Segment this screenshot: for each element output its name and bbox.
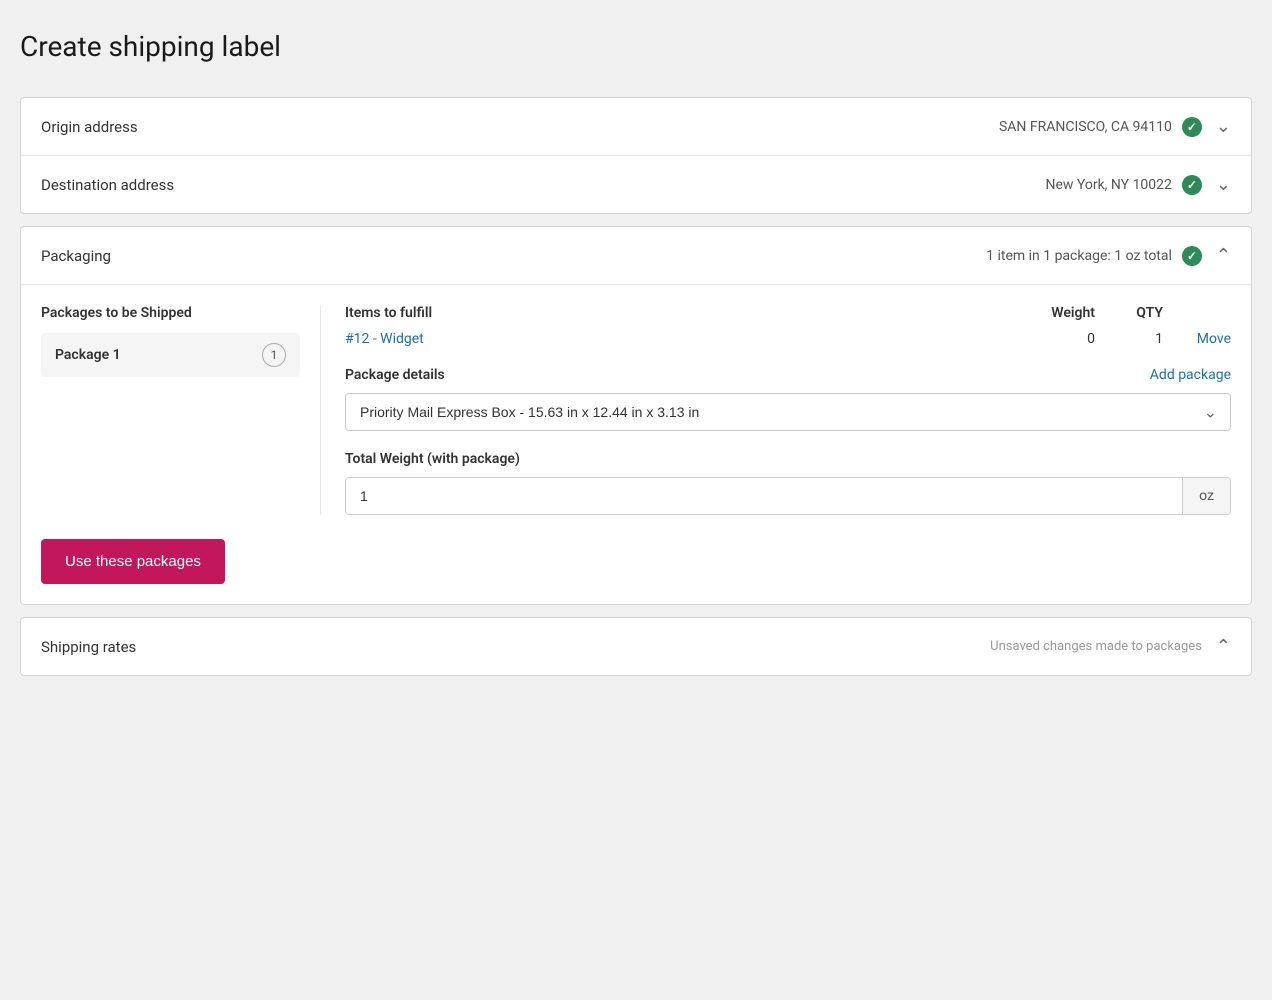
packaging-summary: 1 item in 1 package: 1 oz total [986,248,1172,264]
destination-address-right: New York, NY 10022 ⌄ [1045,174,1231,195]
shipping-rates-right: Unsaved changes made to packages ⌃ [990,636,1231,657]
packages-col-header: Packages to be Shipped [41,305,300,321]
page-container: Create shipping label Origin address SAN… [20,20,1252,676]
use-packages-btn-wrapper: Use these packages [41,515,1231,584]
origin-address-value: SAN FRANCISCO, CA 94110 [999,119,1172,135]
origin-address-check-icon [1182,117,1202,137]
destination-address-check-icon [1182,175,1202,195]
origin-address-row[interactable]: Origin address SAN FRANCISCO, CA 94110 ⌄ [21,98,1251,156]
package-1-badge: 1 [262,343,286,367]
destination-address-row[interactable]: Destination address New York, NY 10022 ⌄ [21,156,1251,213]
destination-address-value: New York, NY 10022 [1045,177,1171,193]
items-col-header: Items to fulfill [345,305,1007,321]
package-details-label: Package details [345,367,445,383]
qty-col-header: QTY [1103,305,1163,321]
package-1-count: 1 [271,348,278,362]
destination-chevron-down-icon: ⌄ [1216,174,1231,195]
add-package-link[interactable]: Add package [1150,367,1231,383]
use-packages-button[interactable]: Use these packages [41,539,225,584]
weight-col-header: Weight [1015,305,1095,321]
items-table-header: Items to fulfill Weight QTY [345,305,1231,321]
shipping-rates-header[interactable]: Shipping rates Unsaved changes made to p… [21,618,1251,675]
packages-right: Items to fulfill Weight QTY #12 - Widget… [321,305,1231,515]
address-card: Origin address SAN FRANCISCO, CA 94110 ⌄… [20,97,1252,214]
package-details-header: Package details Add package [345,367,1231,383]
packaging-label: Packaging [41,247,111,265]
destination-address-label: Destination address [41,176,174,194]
packages-left: Packages to be Shipped Package 1 1 [41,305,321,515]
weight-label: Total Weight (with package) [345,451,1231,467]
origin-address-label: Origin address [41,118,138,136]
origin-chevron-down-icon: ⌄ [1216,116,1231,137]
package-select-wrapper: Priority Mail Express Box - 15.63 in x 1… [345,393,1231,431]
package-1-name: Package 1 [55,347,121,363]
item-qty: 1 [1103,331,1163,347]
page-title: Create shipping label [20,20,1252,73]
package-1-item[interactable]: Package 1 1 [41,333,300,377]
item-row: #12 - Widget 0 1 Move [345,331,1231,347]
package-select[interactable]: Priority Mail Express Box - 15.63 in x 1… [345,393,1231,431]
shipping-rates-card: Shipping rates Unsaved changes made to p… [20,617,1252,676]
weight-unit: oz [1182,478,1230,514]
move-link[interactable]: Move [1171,331,1231,347]
unsaved-changes-text: Unsaved changes made to packages [990,639,1202,654]
weight-input[interactable] [346,478,1182,514]
shipping-rates-chevron-up-icon: ⌃ [1216,636,1231,657]
origin-address-right: SAN FRANCISCO, CA 94110 ⌄ [999,116,1231,137]
packages-grid: Packages to be Shipped Package 1 1 Items… [41,305,1231,515]
packaging-chevron-up-icon: ⌃ [1216,245,1231,266]
item-weight: 0 [1015,331,1095,347]
packaging-header-right: 1 item in 1 package: 1 oz total ⌃ [986,245,1231,266]
shipping-rates-label: Shipping rates [41,638,136,656]
packaging-body: Packages to be Shipped Package 1 1 Items… [21,285,1251,604]
packaging-card: Packaging 1 item in 1 package: 1 oz tota… [20,226,1252,605]
packaging-check-icon [1182,246,1202,266]
weight-input-group: oz [345,477,1231,515]
item-link[interactable]: #12 - Widget [345,331,1007,347]
packaging-header[interactable]: Packaging 1 item in 1 package: 1 oz tota… [21,227,1251,285]
